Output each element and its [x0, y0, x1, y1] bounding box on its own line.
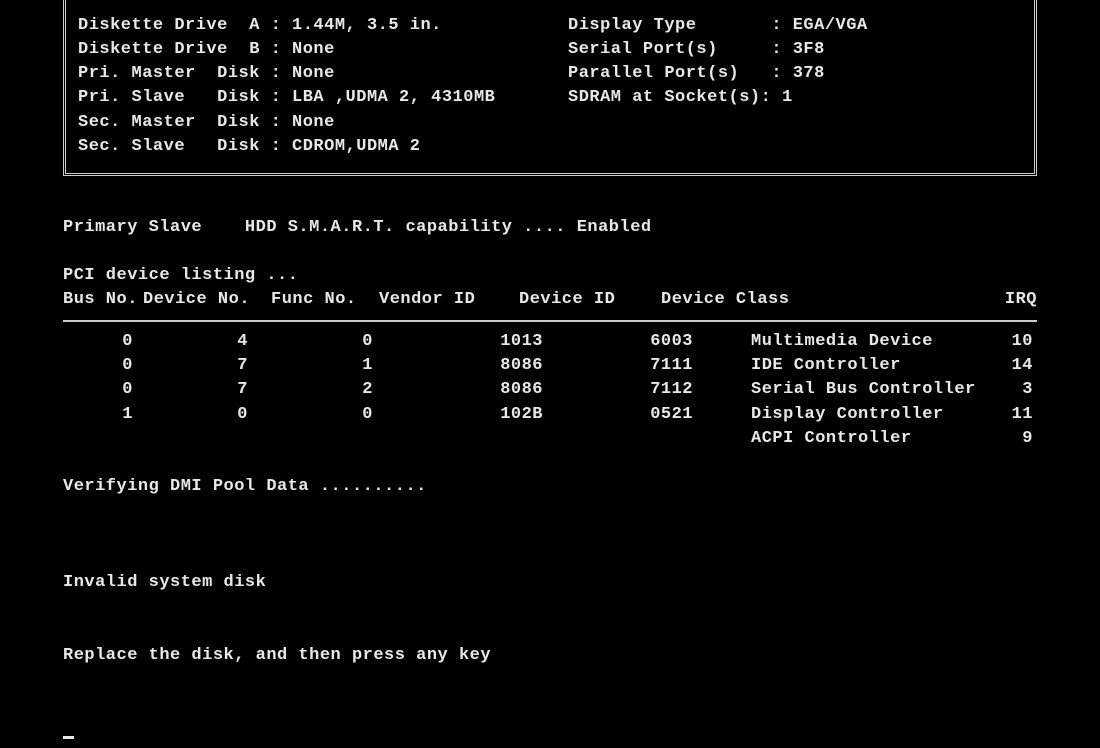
- error-block: Invalid system disk Replace the disk, an…: [63, 523, 1037, 716]
- pci-cell-devid: [543, 427, 693, 451]
- config-left: Sec. Slave Disk : CDROM,UDMA 2: [78, 135, 568, 159]
- pci-cell-dev: 7: [133, 354, 248, 378]
- smart-label: Primary Slave HDD S.M.A.R.T. capability …: [63, 218, 566, 237]
- config-left: Pri. Master Disk : None: [78, 62, 568, 86]
- pci-cell-bus: [63, 427, 133, 451]
- pci-cell-class: IDE Controller: [693, 354, 988, 378]
- config-left: Diskette Drive B : None: [78, 38, 568, 62]
- system-config-box: Diskette Drive A : 1.44M, 3.5 in.Display…: [63, 0, 1037, 176]
- pci-cell-dev: [133, 427, 248, 451]
- pci-cell-irq: 3: [988, 378, 1033, 402]
- pci-cell-vendor: 8086: [373, 378, 543, 402]
- pci-cell-bus: 0: [63, 378, 133, 402]
- pci-cell-bus: 0: [63, 330, 133, 354]
- config-right: [568, 135, 1024, 159]
- pci-cell-vendor: 102B: [373, 403, 543, 427]
- config-row: Pri. Master Disk : NoneParallel Port(s) …: [78, 62, 1024, 86]
- smart-status-line: Primary Slave HDD S.M.A.R.T. capability …: [63, 216, 1037, 240]
- pci-cell-irq: 10: [988, 330, 1033, 354]
- col-header-vendor: Vendor ID: [379, 288, 519, 312]
- pci-cell-dev: 0: [133, 403, 248, 427]
- pci-cell-devid: 6003: [543, 330, 693, 354]
- pci-cell-func: 0: [248, 403, 373, 427]
- pci-row: ACPI Controller9: [63, 427, 1037, 451]
- pci-cell-func: 1: [248, 354, 373, 378]
- pci-cell-vendor: 1013: [373, 330, 543, 354]
- pci-cell-class: Serial Bus Controller: [693, 378, 988, 402]
- cursor[interactable]: [63, 736, 74, 739]
- pci-cell-devid: 0521: [543, 403, 693, 427]
- pci-row: 100102B0521Display Controller11: [63, 403, 1037, 427]
- config-row: Diskette Drive A : 1.44M, 3.5 in.Display…: [78, 14, 1024, 38]
- pci-cell-dev: 4: [133, 330, 248, 354]
- pci-cell-devid: 7112: [543, 378, 693, 402]
- config-right: [568, 111, 1024, 135]
- pci-header-row: Bus No.Device No.Func No.Vendor IDDevice…: [63, 288, 1037, 312]
- config-row: Sec. Slave Disk : CDROM,UDMA 2: [78, 135, 1024, 159]
- pci-cell-func: 2: [248, 378, 373, 402]
- pci-cell-class: Display Controller: [693, 403, 988, 427]
- pci-cell-vendor: [373, 427, 543, 451]
- config-row: Pri. Slave Disk : LBA ,UDMA 2, 4310MBSDR…: [78, 86, 1024, 110]
- pci-cell-bus: 1: [63, 403, 133, 427]
- divider: [63, 320, 1037, 322]
- pci-row: 04010136003Multimedia Device10: [63, 330, 1037, 354]
- pci-listing-title: PCI device listing ...: [63, 264, 1037, 288]
- error-line-2: Replace the disk, and then press any key: [63, 644, 1037, 668]
- config-left: Sec. Master Disk : None: [78, 111, 568, 135]
- config-left: Pri. Slave Disk : LBA ,UDMA 2, 4310MB: [78, 86, 568, 110]
- pci-row: 07280867112Serial Bus Controller3: [63, 378, 1037, 402]
- config-left: Diskette Drive A : 1.44M, 3.5 in.: [78, 14, 568, 38]
- col-header-irq: IRQ: [931, 288, 1037, 312]
- config-right: Parallel Port(s) : 378: [568, 62, 1024, 86]
- pci-cell-func: [248, 427, 373, 451]
- pci-cell-class: ACPI Controller: [693, 427, 988, 451]
- error-line-1: Invalid system disk: [63, 571, 1037, 595]
- pci-cell-irq: 9: [988, 427, 1033, 451]
- bios-post-screen: Diskette Drive A : 1.44M, 3.5 in.Display…: [0, 0, 1100, 748]
- config-right: SDRAM at Socket(s): 1: [568, 86, 1024, 110]
- pci-cell-irq: 11: [988, 403, 1033, 427]
- smart-value: Enabled: [577, 218, 652, 237]
- config-right: Display Type : EGA/VGA: [568, 14, 1024, 38]
- verifying-dmi: Verifying DMI Pool Data ..........: [63, 475, 1037, 499]
- pci-row: 07180867111IDE Controller14: [63, 354, 1037, 378]
- pci-cell-devid: 7111: [543, 354, 693, 378]
- pci-cell-func: 0: [248, 330, 373, 354]
- col-header-devid: Device ID: [519, 288, 661, 312]
- pci-cell-bus: 0: [63, 354, 133, 378]
- col-header-dev: Device No.: [143, 288, 271, 312]
- config-row: Sec. Master Disk : None: [78, 111, 1024, 135]
- config-right: Serial Port(s) : 3F8: [568, 38, 1024, 62]
- config-row: Diskette Drive B : NoneSerial Port(s) : …: [78, 38, 1024, 62]
- pci-cell-vendor: 8086: [373, 354, 543, 378]
- col-header-class: Device Class: [661, 288, 931, 312]
- pci-cell-class: Multimedia Device: [693, 330, 988, 354]
- col-header-func: Func No.: [271, 288, 379, 312]
- col-header-bus: Bus No.: [63, 288, 143, 312]
- pci-cell-dev: 7: [133, 378, 248, 402]
- pci-cell-irq: 14: [988, 354, 1033, 378]
